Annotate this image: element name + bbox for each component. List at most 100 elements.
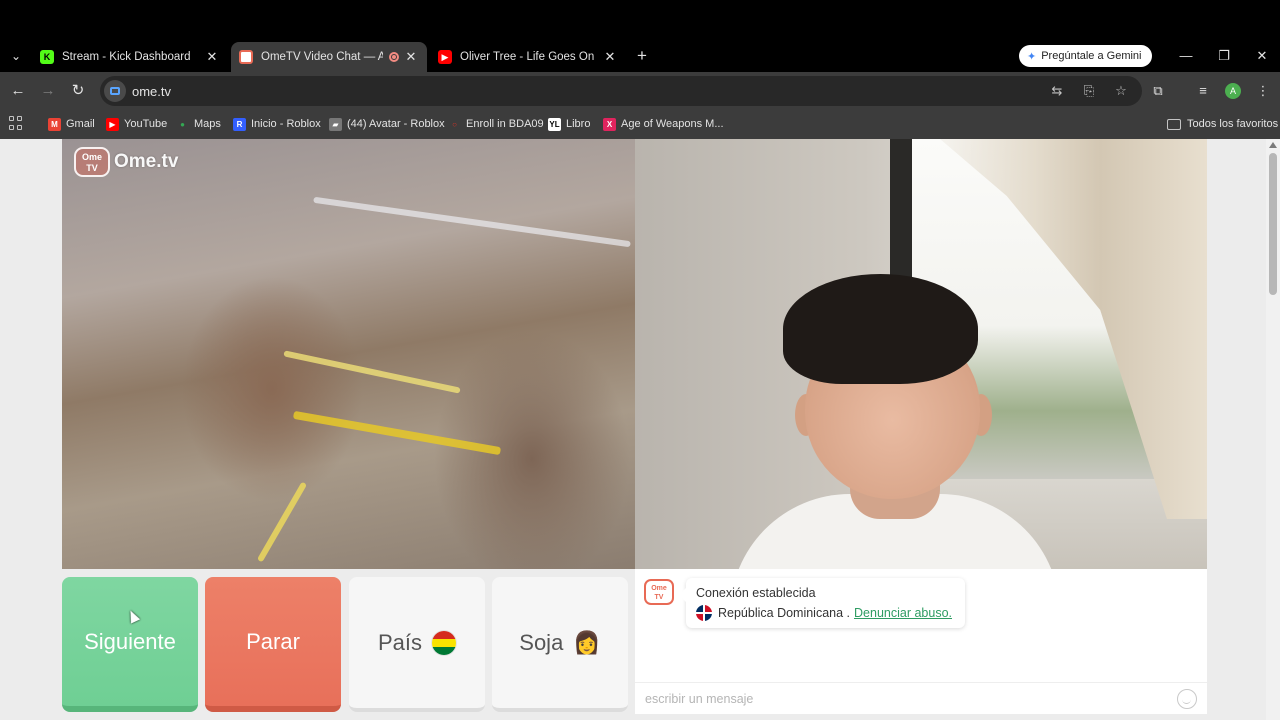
enroll-icon: ○ [452, 119, 457, 129]
minimize-icon[interactable]: — [1176, 46, 1196, 66]
close-tab-icon[interactable]: ✕ [403, 49, 419, 65]
folder-icon [1167, 118, 1181, 130]
country-label: País [377, 629, 423, 655]
ometv-logo-text: Ome.tv [114, 151, 179, 172]
bookmark-enroll[interactable]: ○ Enroll in BDA09 [448, 115, 544, 133]
toolbar: ← → ↻ ome.tv ⇆ ⎘ ☆ ⧉ ≡ A ⋮ [0, 72, 1280, 110]
maps-pin-icon: ● [180, 119, 185, 129]
bookmark-label: Maps [194, 118, 221, 130]
ometv-chat-logo-icon: Ome TV [644, 579, 674, 605]
bookmark-label: Gmail [66, 118, 95, 130]
woman-emoji-icon: 👩 [573, 629, 601, 655]
stop-button[interactable]: Parar [205, 577, 341, 712]
url-text[interactable]: ome.tv [132, 84, 171, 99]
stranger-country-line: República Dominicana . Denunciar abuso. [696, 605, 955, 621]
forward-icon[interactable]: → [38, 81, 58, 101]
gemini-label: Pregúntale a Gemini [1041, 50, 1142, 62]
tab-ometv[interactable]: OmeTV Video Chat — Altern ✕ [231, 42, 427, 72]
install-app-icon[interactable]: ⎘ [1080, 82, 1098, 100]
gmail-icon: M [48, 117, 61, 131]
ometv-logo: Ome TV Ome.tv [74, 147, 178, 177]
reload-icon[interactable]: ↻ [68, 81, 88, 101]
video-streak [292, 410, 502, 456]
report-abuse-link[interactable]: Denunciar abuso. [854, 606, 952, 620]
youtube-icon: ▶ [106, 117, 119, 131]
page-scrollbar[interactable] [1266, 139, 1280, 720]
tab-title: OmeTV Video Chat — Altern [261, 51, 383, 63]
all-bookmarks-label: Todos los favoritos [1187, 118, 1279, 130]
translate-icon[interactable]: ⇆ [1048, 82, 1066, 100]
ometv-icon [239, 50, 253, 64]
maximize-icon[interactable]: ❐ [1214, 46, 1234, 66]
message-input[interactable] [645, 691, 1177, 706]
title-bar [0, 0, 1280, 40]
tab-search-icon[interactable]: ⌄ [6, 46, 26, 66]
person-hair [783, 274, 978, 384]
tab-kick-dashboard[interactable]: K Stream - Kick Dashboard ✕ [32, 42, 228, 72]
ometv-page: Ome TV Ome.tv Siguiente Parar País Soja … [0, 139, 1280, 720]
extensions-icon[interactable]: ⧉ [1148, 81, 1168, 101]
bookmark-roblox-avatar[interactable]: ▰ (44) Avatar - Roblox [329, 115, 445, 133]
next-label: Siguiente [84, 628, 176, 654]
roblox-icon: R [233, 117, 246, 131]
video-streak [256, 481, 308, 563]
new-tab-icon[interactable]: + [632, 46, 652, 66]
dominican-republic-flag-icon [696, 605, 712, 621]
close-tab-icon[interactable]: ✕ [204, 49, 220, 65]
browser-chrome: ⌄ K Stream - Kick Dashboard ✕ OmeTV Vide… [0, 0, 1280, 139]
bookmark-label: Libro [566, 118, 591, 130]
bookmark-maps[interactable]: ● Maps [176, 115, 221, 133]
tab-title: Oliver Tree - Life Goes On [Musi [460, 51, 598, 63]
bookmark-label: Age of Weapons M... [621, 118, 724, 130]
menu-icon[interactable]: ⋮ [1253, 81, 1273, 101]
address-bar[interactable]: ome.tv ⇆ ⎘ ☆ [100, 76, 1142, 106]
tab-youtube-oliver-tree[interactable]: ▶ Oliver Tree - Life Goes On [Musi ✕ [430, 42, 626, 72]
bookmark-youtube[interactable]: ▶ YouTube [106, 115, 167, 133]
bolivia-flag-icon [432, 630, 457, 655]
gender-label: Soja [519, 629, 564, 655]
site-info-icon[interactable] [104, 80, 126, 102]
gemini-button[interactable]: ✦ Pregúntale a Gemini [1019, 45, 1152, 67]
tab-title: Stream - Kick Dashboard [62, 51, 191, 63]
bookmark-label: Enroll in BDA09 [466, 118, 544, 130]
profile-avatar[interactable]: A [1225, 83, 1241, 99]
bookmark-label: Inicio - Roblox [251, 118, 321, 130]
bookmark-roblox-home[interactable]: R Inicio - Roblox [233, 115, 321, 133]
close-window-icon[interactable]: ✕ [1252, 46, 1272, 66]
video-streak [283, 350, 461, 394]
stranger-video: Ome TV Ome.tv [62, 139, 635, 569]
chat-panel: Ome TV Conexión establecida República Do… [635, 569, 1207, 714]
roblox-avatar-icon: ▰ [329, 117, 342, 131]
all-bookmarks-folder[interactable]: Todos los favoritos [1167, 115, 1278, 133]
message-input-bar [635, 682, 1207, 714]
bookmark-gmail[interactable]: M Gmail [48, 115, 95, 133]
gemini-star-icon: ✦ [1027, 50, 1037, 63]
kick-icon: K [40, 50, 54, 64]
video-streak [313, 196, 631, 248]
youtube-icon: ▶ [438, 50, 452, 64]
bookmark-label: (44) Avatar - Roblox [347, 118, 445, 130]
self-video [635, 139, 1207, 569]
scroll-up-icon[interactable] [1269, 142, 1277, 148]
scrollbar-thumb[interactable] [1269, 153, 1277, 295]
bookmark-age-of-weapons[interactable]: X Age of Weapons M... [603, 115, 724, 133]
stranger-country: República Dominicana . [718, 606, 851, 620]
next-button[interactable]: Siguiente [62, 577, 198, 712]
emoji-picker-icon[interactable] [1177, 688, 1197, 709]
bookmark-label: YouTube [124, 118, 168, 130]
back-icon[interactable]: ← [8, 81, 28, 101]
bookmark-star-icon[interactable]: ☆ [1112, 82, 1130, 100]
system-message: Conexión establecida República Dominican… [679, 578, 965, 628]
apps-grid-icon[interactable] [9, 116, 23, 130]
country-filter-button[interactable]: País [349, 577, 485, 712]
bookmarks-bar: M Gmail ▶ YouTube ● Maps R Inicio - Roblox ▰… [0, 110, 1280, 139]
gender-filter-button[interactable]: Soja 👩 [492, 577, 628, 712]
connection-status: Conexión establecida [696, 586, 816, 600]
age-of-weapons-icon: X [603, 117, 616, 131]
stop-label: Parar [246, 628, 300, 654]
close-tab-icon[interactable]: ✕ [602, 49, 618, 65]
ometv-tv-icon: Ome TV [74, 147, 110, 177]
bookmark-libro[interactable]: YL Libro [548, 115, 590, 133]
media-control-icon[interactable]: ≡ [1193, 81, 1213, 101]
libro-icon: YL [548, 117, 561, 131]
